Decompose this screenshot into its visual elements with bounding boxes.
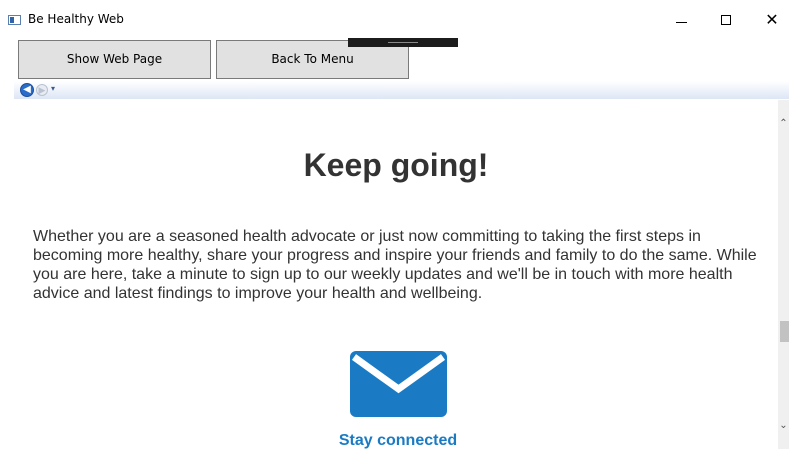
title-bar: Be Healthy Web ✕ — [0, 0, 789, 38]
envelope-icon[interactable] — [350, 351, 447, 417]
vertical-scrollbar[interactable]: ⌃ ⌄ — [778, 100, 789, 449]
scroll-up-icon[interactable]: ⌃ — [778, 118, 789, 130]
show-web-page-button[interactable]: Show Web Page — [18, 40, 211, 79]
scroll-down-icon[interactable]: ⌄ — [778, 420, 789, 432]
minimize-button[interactable] — [659, 6, 705, 34]
drag-handle-bar[interactable] — [348, 38, 458, 47]
minimize-icon — [676, 22, 687, 23]
browser-nav-bar: ◀ ▶ ▾ — [14, 81, 789, 99]
history-dropdown-icon[interactable]: ▾ — [51, 84, 55, 93]
back-arrow-icon[interactable]: ◀ — [20, 83, 34, 97]
maximize-icon — [721, 15, 731, 25]
close-button[interactable]: ✕ — [749, 6, 789, 34]
window-title: Be Healthy Web — [28, 12, 124, 26]
intro-paragraph: Whether you are a seasoned health advoca… — [33, 228, 757, 302]
close-icon: ✕ — [765, 10, 779, 29]
app-window-icon — [8, 15, 21, 25]
forward-arrow-icon[interactable]: ▶ — [36, 84, 48, 96]
web-content: Keep going! Whether you are a seasoned h… — [14, 100, 778, 449]
stay-connected-link[interactable]: Stay connected — [14, 432, 778, 449]
scroll-thumb[interactable] — [780, 321, 789, 342]
maximize-button[interactable] — [704, 6, 750, 34]
page-heading: Keep going! — [303, 147, 489, 183]
